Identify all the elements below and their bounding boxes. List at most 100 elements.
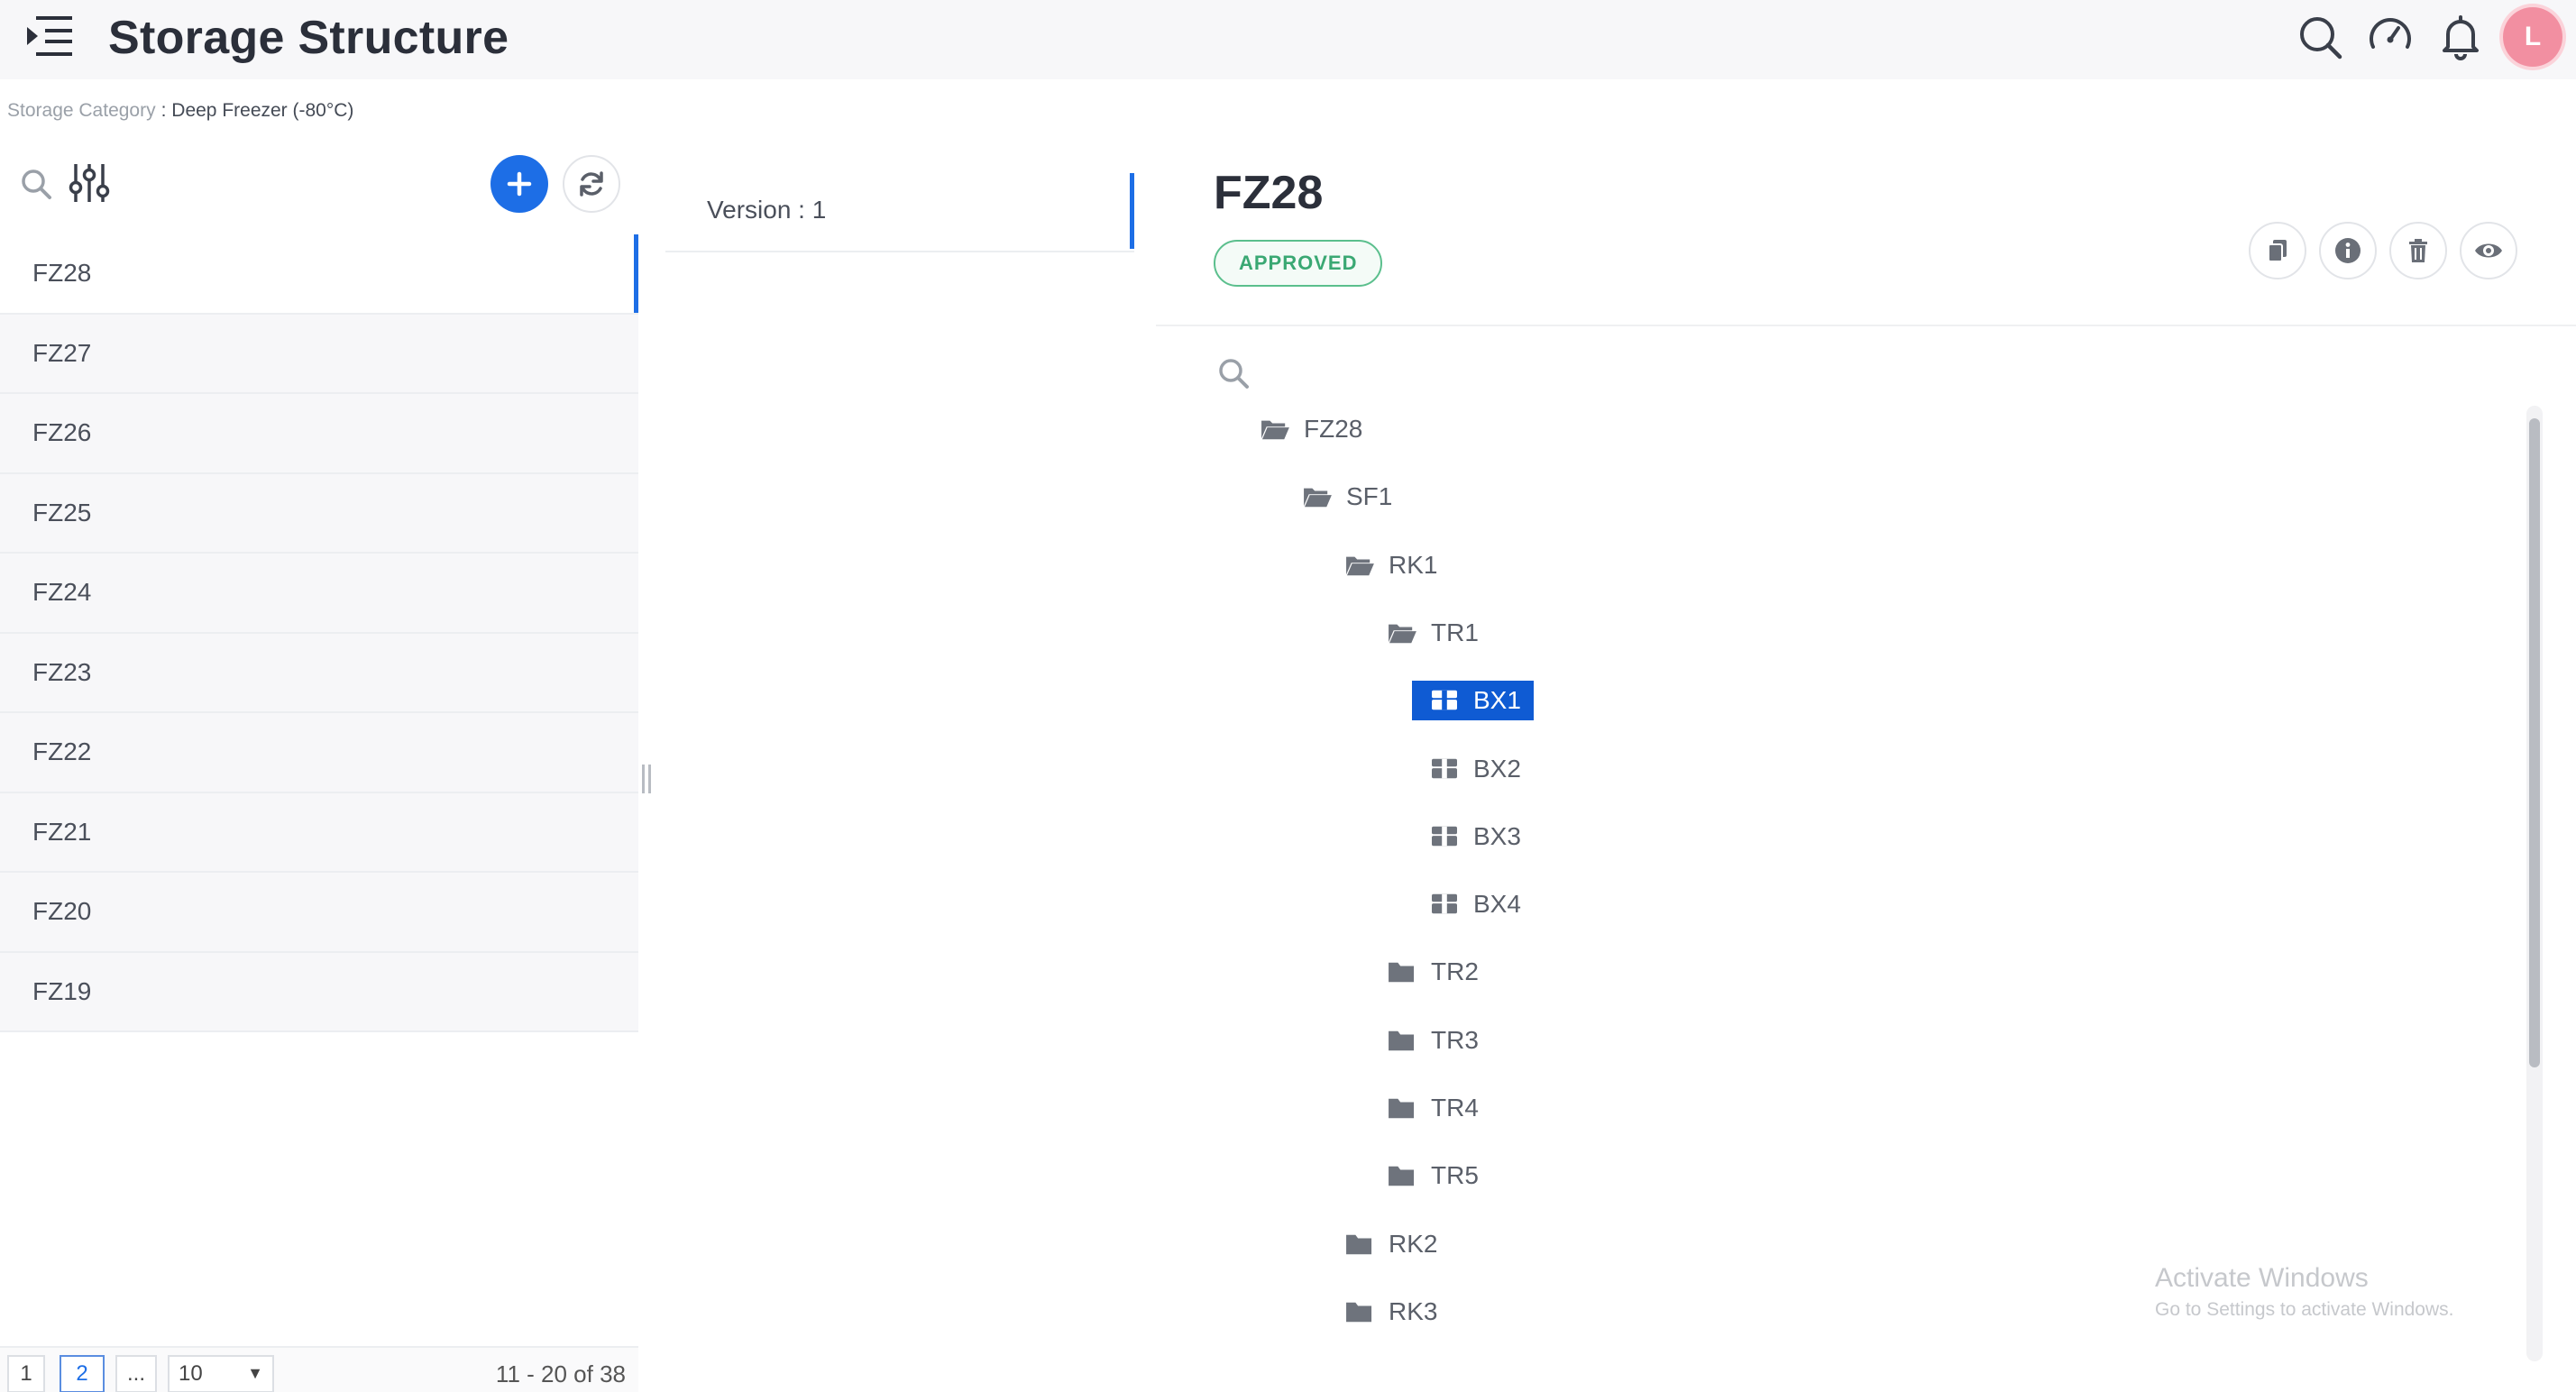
detail-title: FZ28 <box>1214 167 1324 219</box>
pagination: 1 2 ... 10 ▼ 11 - 20 of 38 <box>0 1346 638 1392</box>
caret-down-icon: ▼ <box>247 1364 263 1382</box>
tree-node[interactable]: TR1 <box>1386 613 1479 653</box>
storage-list: FZ28 FZ27 FZ26 FZ25 FZ24 FZ23 FZ22 FZ21 FZ20 FZ19 <box>0 234 638 1032</box>
tree-node-label: RK1 <box>1389 550 1438 579</box>
tree-node-label: BX4 <box>1473 890 1521 919</box>
tree-node[interactable]: BX2 <box>1428 749 1521 789</box>
folder-icon <box>1389 1098 1415 1119</box>
copy-button[interactable] <box>2249 222 2306 279</box>
folder-icon <box>1346 1302 1372 1323</box>
detail-divider <box>1156 325 2576 326</box>
copy-icon <box>2268 240 2287 262</box>
list-item[interactable]: FZ28 <box>0 234 638 315</box>
folder-icon <box>1389 1030 1415 1050</box>
tree-node-label: SF1 <box>1346 482 1393 511</box>
dashboard-gauge-icon[interactable] <box>2366 13 2415 61</box>
list-item-label: FZ20 <box>32 897 92 926</box>
storage-list-panel: FZ28 FZ27 FZ26 FZ25 FZ24 FZ23 FZ22 FZ21 FZ20 FZ19… <box>0 142 638 1392</box>
list-item[interactable]: FZ26 <box>0 394 638 474</box>
tree-node[interactable]: SF1 <box>1301 477 1392 517</box>
page-title: Storage Structure <box>108 12 509 64</box>
search-icon[interactable] <box>18 166 54 202</box>
page-more-button[interactable]: ... <box>115 1355 157 1392</box>
view-button[interactable] <box>2460 222 2517 279</box>
top-header: Storage Structure L <box>0 0 2576 79</box>
tree-node-label: BX1 <box>1473 686 1521 715</box>
tree-node[interactable]: RK3 <box>1343 1292 1437 1332</box>
tree-node[interactable]: FZ28 <box>1259 409 1362 449</box>
box-icon <box>1432 826 1457 847</box>
folder-open-icon <box>1346 556 1374 575</box>
list-item-label: FZ24 <box>32 578 92 607</box>
list-item-label: FZ23 <box>32 657 92 686</box>
folder-open-icon <box>1389 624 1416 644</box>
tree-node[interactable]: TR5 <box>1386 1156 1479 1195</box>
tree-node-label: TR1 <box>1431 618 1479 646</box>
tree-node-label: RK3 <box>1389 1296 1438 1325</box>
filter-sliders-icon[interactable] <box>67 160 112 206</box>
folder-icon <box>1346 1234 1372 1254</box>
list-item[interactable]: FZ23 <box>0 633 638 713</box>
list-item[interactable]: FZ19 <box>0 952 638 1032</box>
user-avatar[interactable]: L <box>2503 7 2562 67</box>
page-2-button[interactable]: 2 <box>60 1355 105 1392</box>
page-size-value: 10 <box>179 1361 203 1386</box>
add-storage-button[interactable] <box>490 155 548 213</box>
tree-node-label: TR4 <box>1431 1094 1479 1122</box>
list-item[interactable]: FZ25 <box>0 473 638 554</box>
status-badge: APPROVED <box>1214 240 1383 287</box>
tree-node[interactable]: BX4 <box>1428 884 1521 924</box>
tree-node-label: BX3 <box>1473 821 1521 850</box>
list-item[interactable]: FZ22 <box>0 713 638 793</box>
breadcrumb-value: : Deep Freezer (-80°C) <box>160 100 354 121</box>
list-item[interactable]: FZ27 <box>0 314 638 394</box>
list-item-label: FZ27 <box>32 338 92 367</box>
tree-search-icon[interactable] <box>1215 355 1251 391</box>
page-1-button[interactable]: 1 <box>7 1355 45 1392</box>
tree-node[interactable]: RK2 <box>1343 1224 1437 1264</box>
version-item[interactable]: Version : 1 <box>665 169 1134 252</box>
folder-open-icon <box>1261 420 1289 440</box>
info-button[interactable] <box>2319 222 2377 279</box>
pagination-range: 11 - 20 of 38 <box>495 1360 626 1387</box>
box-icon <box>1432 893 1457 914</box>
list-item-label: FZ28 <box>32 259 92 288</box>
breadcrumb-label: Storage Category <box>7 100 156 121</box>
tree-node[interactable]: BX1 <box>1412 681 1534 721</box>
delete-button[interactable] <box>2389 222 2447 279</box>
list-item[interactable]: FZ20 <box>0 873 638 953</box>
list-item[interactable]: FZ24 <box>0 554 638 634</box>
panel-splitter[interactable] <box>642 765 653 797</box>
list-item-label: FZ19 <box>32 976 92 1005</box>
tree-node-label: TR5 <box>1431 1161 1479 1190</box>
list-item-label: FZ26 <box>32 418 92 447</box>
activation-watermark: Activate Windows Go to Settings to activ… <box>2155 1260 2454 1323</box>
breadcrumb: Storage Category: Deep Freezer (-80°C) <box>7 97 353 124</box>
tree-node-label: FZ28 <box>1304 415 1363 443</box>
tree-node[interactable]: RK1 <box>1343 545 1437 585</box>
watermark-title: Activate Windows <box>2155 1263 2369 1293</box>
list-item[interactable]: FZ21 <box>0 792 638 873</box>
tree-node[interactable]: BX3 <box>1428 817 1521 856</box>
tree-node[interactable]: TR3 <box>1386 1021 1479 1060</box>
folder-open-icon <box>1304 488 1332 508</box>
tree-node-label: BX2 <box>1473 754 1521 783</box>
page-size-select[interactable]: 10 ▼ <box>168 1355 274 1392</box>
refresh-button[interactable] <box>563 155 620 213</box>
menu-toggle-icon[interactable] <box>23 13 76 60</box>
refresh-icon <box>580 171 603 197</box>
tree-scrollbar[interactable] <box>2526 406 2543 1361</box>
tree-node[interactable]: TR4 <box>1386 1088 1479 1128</box>
notification-bell-icon[interactable] <box>2436 13 2485 61</box>
list-item-label: FZ22 <box>32 737 92 766</box>
tree-scrollbar-thumb[interactable] <box>2529 418 2540 1067</box>
search-icon[interactable] <box>2296 13 2344 61</box>
eye-icon <box>2475 243 2502 258</box>
tree-node[interactable]: TR2 <box>1386 952 1479 992</box>
trash-icon <box>2409 239 2427 262</box>
list-item-label: FZ25 <box>32 498 92 527</box>
list-item-label: FZ21 <box>32 817 92 846</box>
tree-node-label: TR2 <box>1431 957 1479 986</box>
box-icon <box>1432 690 1457 710</box>
folder-icon <box>1389 1167 1415 1186</box>
